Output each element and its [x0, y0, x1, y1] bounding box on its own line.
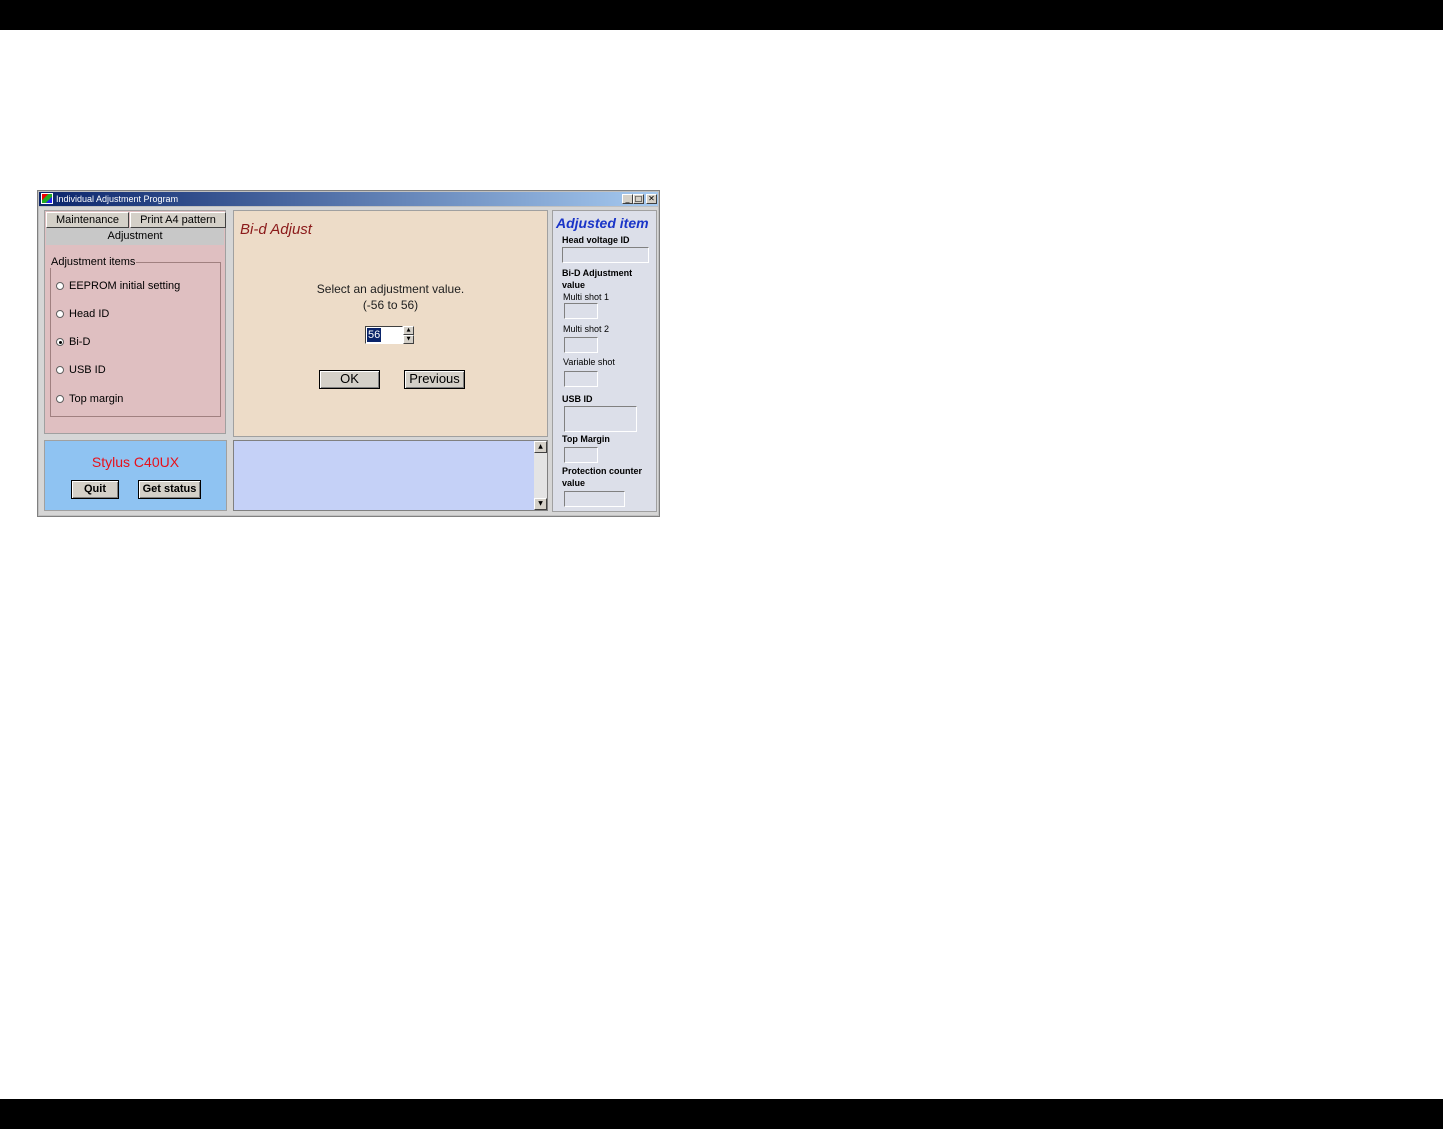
radio-eeprom-initial-setting[interactable]: EEPROM initial setting	[56, 279, 180, 293]
radio-label: Head ID	[69, 308, 110, 320]
radio-label: Top margin	[69, 393, 124, 405]
printer-model-name: Stylus C40UX	[91, 454, 180, 470]
head-voltage-id-field	[562, 247, 649, 263]
adjustment-prompt: Select an adjustment value.	[316, 282, 465, 296]
head-voltage-id-label: Head voltage ID	[562, 235, 630, 245]
close-button[interactable]: ✕	[646, 194, 657, 204]
get-status-button[interactable]: Get status	[138, 480, 201, 499]
multi-shot-1-label: Multi shot 1	[563, 292, 610, 302]
previous-button[interactable]: Previous	[404, 370, 465, 389]
maximize-button[interactable]: □	[633, 194, 644, 204]
message-log-area[interactable]: ▲ ▼	[233, 440, 548, 511]
window-title: Individual Adjustment Program	[56, 194, 179, 204]
top-margin-field	[564, 447, 598, 463]
spin-up-icon[interactable]: ▲	[403, 326, 414, 335]
adjustment-value-input[interactable]: 56	[365, 326, 403, 344]
spin-buttons: ▲ ▼	[403, 326, 414, 344]
tab-adjustment[interactable]: Adjustment	[46, 228, 224, 245]
radio-bi-d[interactable]: Bi-D	[56, 335, 90, 349]
panel-heading: Bi-d Adjust	[240, 221, 312, 238]
bi-d-adjustment-value-label: value	[562, 280, 586, 290]
adjusted-item-title: Adjusted item	[556, 215, 649, 231]
radio-button-icon[interactable]	[56, 366, 64, 374]
radio-label: USB ID	[69, 364, 106, 376]
quit-button[interactable]: Quit	[71, 480, 119, 499]
radio-label: Bi-D	[69, 336, 91, 348]
adjustment-items-label: Adjustment items	[50, 256, 137, 268]
minimize-button[interactable]: _	[622, 194, 633, 204]
radio-top-margin[interactable]: Top margin	[56, 392, 123, 406]
top-margin-label: Top Margin	[562, 434, 610, 444]
radio-button-icon[interactable]	[56, 395, 64, 403]
title-bar[interactable]: Individual Adjustment Program _ □ ✕	[39, 192, 658, 206]
adjusted-item-panel: Adjusted item Head voltage ID Bi-D Adjus…	[552, 210, 657, 512]
scroll-down-icon[interactable]: ▼	[534, 498, 547, 510]
top-black-band	[0, 0, 1443, 30]
adjustment-panel: Maintenance Print A4 pattern Adjustment …	[44, 210, 226, 434]
tab-maintenance[interactable]: Maintenance	[46, 212, 129, 228]
variable-shot-label: Variable shot	[563, 357, 615, 367]
protection-counter-label: Protection counter	[562, 466, 643, 476]
variable-shot-field	[564, 371, 598, 387]
protection-counter-value-label: value	[562, 478, 586, 488]
vertical-scrollbar[interactable]: ▲ ▼	[534, 441, 547, 510]
bottom-black-band	[0, 1099, 1443, 1129]
radio-usb-id[interactable]: USB ID	[56, 363, 106, 377]
radio-head-id[interactable]: Head ID	[56, 307, 109, 321]
printer-status-panel: Stylus C40UX Quit Get status	[44, 440, 227, 511]
tab-print-a4-pattern[interactable]: Print A4 pattern	[130, 212, 226, 228]
ok-button[interactable]: OK	[319, 370, 380, 389]
window-body: Maintenance Print A4 pattern Adjustment …	[39, 207, 658, 515]
radio-label: EEPROM initial setting	[69, 280, 181, 292]
radio-button-icon[interactable]	[56, 310, 64, 318]
app-icon	[41, 193, 53, 204]
multi-shot-2-label: Multi shot 2	[563, 324, 610, 334]
adjustment-range: (-56 to 56)	[362, 298, 419, 312]
usb-id-label: USB ID	[562, 394, 593, 404]
app-window: Individual Adjustment Program _ □ ✕ Main…	[37, 190, 660, 517]
protection-counter-field	[564, 491, 625, 507]
spin-down-icon[interactable]: ▼	[403, 335, 414, 344]
bi-d-adjust-panel: Bi-d Adjust Select an adjustment value. …	[233, 210, 548, 437]
multi-shot-1-field	[564, 303, 598, 319]
usb-id-field	[564, 406, 637, 432]
adjustment-value-text[interactable]: 56	[367, 328, 382, 342]
radio-button-icon[interactable]	[56, 282, 64, 290]
scroll-up-icon[interactable]: ▲	[534, 441, 547, 453]
bi-d-adjustment-label: Bi-D Adjustment	[562, 268, 633, 278]
multi-shot-2-field	[564, 337, 598, 353]
radio-button-selected-icon[interactable]	[56, 338, 64, 346]
